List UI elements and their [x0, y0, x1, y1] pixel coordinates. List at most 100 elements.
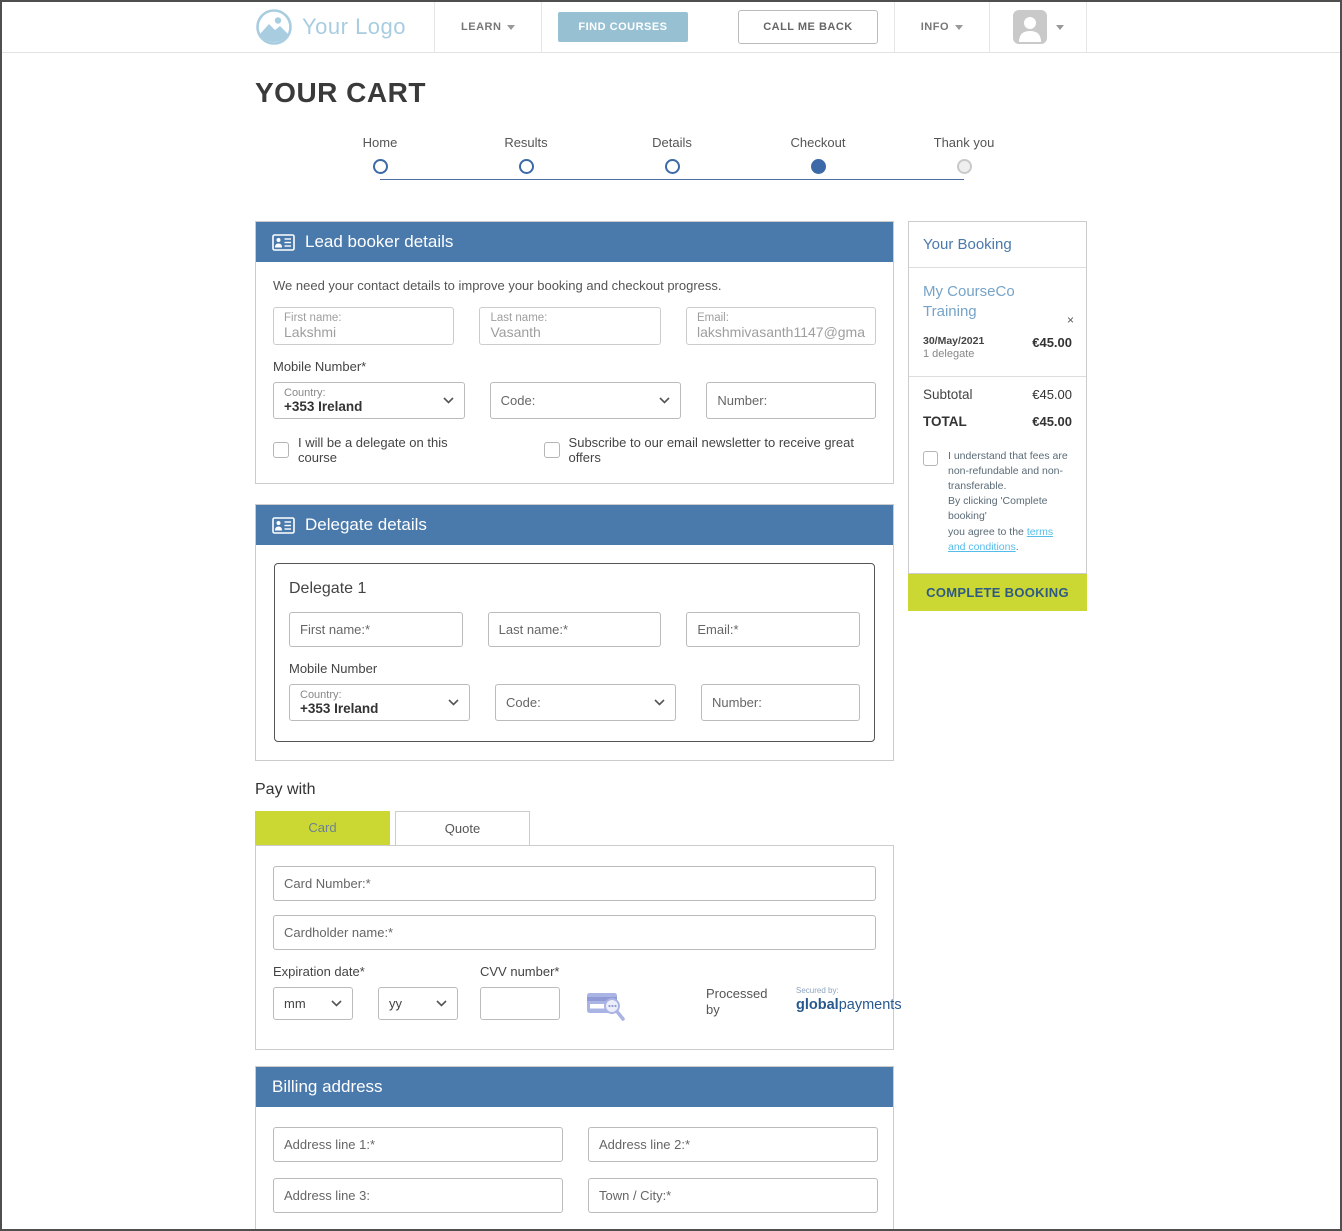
- cvv-hint-icon: [586, 989, 626, 1023]
- step-label: Details: [652, 135, 692, 150]
- town-city-input[interactable]: [588, 1178, 878, 1213]
- subscribe-checkbox-label: Subscribe to our email newsletter to rec…: [569, 435, 876, 465]
- tab-quote[interactable]: Quote: [395, 811, 530, 845]
- tab-card[interactable]: Card: [255, 811, 390, 845]
- email-label: Email:: [697, 312, 865, 324]
- delegate-checkbox-label: I will be a delegate on this course: [298, 435, 482, 465]
- lead-booker-panel: Lead booker details We need your contact…: [255, 221, 894, 484]
- email-field[interactable]: Email: lakshmivasanth1147@gma: [686, 307, 876, 345]
- delegate-details-panel: Delegate details Delegate 1 Mobile Numbe…: [255, 504, 894, 761]
- subtotal-label: Subtotal: [923, 387, 973, 402]
- step-thank-you[interactable]: Thank you: [891, 135, 1037, 174]
- email-value: lakshmivasanth1147@gma: [697, 324, 865, 340]
- total-value: €45.00: [1032, 414, 1072, 429]
- card-payment-panel: Expiration date* mm yy: [255, 845, 894, 1050]
- page-frame: Your Logo LEARN FIND COURSES CALL ME BAC…: [0, 0, 1342, 1231]
- pay-with-heading: Pay with: [255, 781, 894, 799]
- card-number-input[interactable]: [273, 866, 876, 901]
- lead-booker-header: Lead booker details: [256, 222, 893, 262]
- step-dot: [519, 159, 534, 174]
- subtotal-value: €45.00: [1032, 387, 1072, 402]
- brand-name: Your Logo: [302, 14, 406, 40]
- call-me-back-button[interactable]: CALL ME BACK: [738, 10, 878, 44]
- booking-summary-sidebar: Your Booking My CourseCo Training × 30/M…: [908, 221, 1087, 611]
- year-select[interactable]: yy: [378, 987, 458, 1020]
- delegate-country-label: Country:: [300, 689, 378, 701]
- address-line-2-input[interactable]: [588, 1127, 878, 1162]
- terms-text: I understand that fees are non-refundabl…: [948, 449, 1072, 556]
- delegate-first-name-input[interactable]: [289, 612, 463, 647]
- avatar-icon: [1012, 9, 1048, 45]
- delegate-country-select[interactable]: Country: +353 Ireland: [289, 684, 470, 721]
- step-details[interactable]: Details: [599, 135, 745, 174]
- delegate-country-value: +353 Ireland: [300, 701, 378, 716]
- step-home[interactable]: Home: [307, 135, 453, 174]
- address-line-1-input[interactable]: [273, 1127, 563, 1162]
- mobile-number-label: Mobile Number*: [273, 359, 876, 374]
- month-select[interactable]: mm: [273, 987, 353, 1020]
- delegate-code-select[interactable]: Code:: [495, 684, 676, 721]
- remove-item-icon[interactable]: ×: [1067, 314, 1074, 326]
- total-label: TOTAL: [923, 414, 967, 429]
- booking-delegates: 1 delegate: [923, 348, 984, 360]
- code-select[interactable]: Code:: [490, 382, 682, 419]
- chevron-down-icon: [507, 25, 515, 30]
- nav-info-menu[interactable]: INFO: [895, 2, 989, 52]
- step-checkout[interactable]: Checkout: [745, 135, 891, 174]
- nav-divider: [1086, 2, 1087, 52]
- billing-address-header: Billing address: [256, 1067, 893, 1107]
- delegate-email-input[interactable]: [686, 612, 860, 647]
- secured-by-label: Secured by:: [796, 986, 902, 995]
- id-card-icon: [272, 234, 295, 251]
- booking-price: €45.00: [1032, 335, 1072, 350]
- step-results[interactable]: Results: [453, 135, 599, 174]
- cvv-input[interactable]: [480, 987, 560, 1020]
- find-courses-button[interactable]: FIND COURSES: [558, 12, 687, 42]
- delegate-mobile-label: Mobile Number: [289, 661, 860, 676]
- nav-learn-label: LEARN: [461, 21, 501, 33]
- billing-address-title: Billing address: [272, 1077, 383, 1097]
- billing-address-panel: Billing address County:: [255, 1066, 894, 1231]
- delegate-details-header: Delegate details: [256, 505, 893, 545]
- first-name-field[interactable]: First name: Lakshmi: [273, 307, 454, 345]
- delegate-last-name-input[interactable]: [488, 612, 662, 647]
- checkbox-icon[interactable]: [544, 442, 560, 458]
- booking-date: 30/May/2021: [923, 335, 984, 347]
- last-name-value: Vasanth: [490, 324, 649, 340]
- step-dot: [957, 159, 972, 174]
- delegate-number-input[interactable]: [701, 684, 860, 721]
- brand-logo[interactable]: Your Logo: [255, 2, 434, 52]
- nav-learn-menu[interactable]: LEARN: [435, 2, 541, 52]
- delegate-code-label: Code:: [506, 695, 541, 710]
- cvv-number-label: CVV number*: [480, 964, 626, 979]
- last-name-field[interactable]: Last name: Vasanth: [479, 307, 660, 345]
- nav-spacer: [688, 2, 723, 52]
- number-input[interactable]: [706, 382, 876, 419]
- main-content: YOUR CART Home Results Details Checkout: [255, 77, 1087, 1231]
- checkbox-icon[interactable]: [273, 442, 289, 458]
- chevron-down-icon: [331, 1000, 342, 1007]
- last-name-label: Last name:: [490, 312, 649, 324]
- subscribe-checkbox-row[interactable]: Subscribe to our email newsletter to rec…: [544, 435, 876, 465]
- complete-booking-button[interactable]: COMPLETE BOOKING: [908, 574, 1087, 611]
- address-line-3-input[interactable]: [273, 1178, 563, 1213]
- nav-info-label: INFO: [921, 21, 949, 33]
- payment-tabs: Card Quote: [255, 811, 894, 845]
- gp-light: payments: [839, 997, 902, 1013]
- booking-item-name[interactable]: My CourseCo Training: [923, 282, 1043, 323]
- top-navbar: Your Logo LEARN FIND COURSES CALL ME BAC…: [2, 2, 1340, 53]
- cardholder-name-input[interactable]: [273, 915, 876, 950]
- delegate-details-title: Delegate details: [305, 515, 427, 535]
- stepper-line: [380, 179, 964, 180]
- expiration-date-label: Expiration date*: [273, 964, 458, 979]
- terms-line-2: By clicking 'Complete booking': [948, 494, 1072, 524]
- id-card-icon: [272, 517, 295, 534]
- lead-booker-intro: We need your contact details to improve …: [273, 278, 876, 293]
- country-select[interactable]: Country: +353 Ireland: [273, 382, 465, 419]
- terms-checkbox[interactable]: [923, 451, 938, 466]
- first-name-label: First name:: [284, 312, 443, 324]
- delegate-checkbox-row[interactable]: I will be a delegate on this course: [273, 435, 482, 465]
- gp-bold: global: [796, 997, 839, 1013]
- step-label: Home: [363, 135, 398, 150]
- user-menu[interactable]: [990, 2, 1086, 52]
